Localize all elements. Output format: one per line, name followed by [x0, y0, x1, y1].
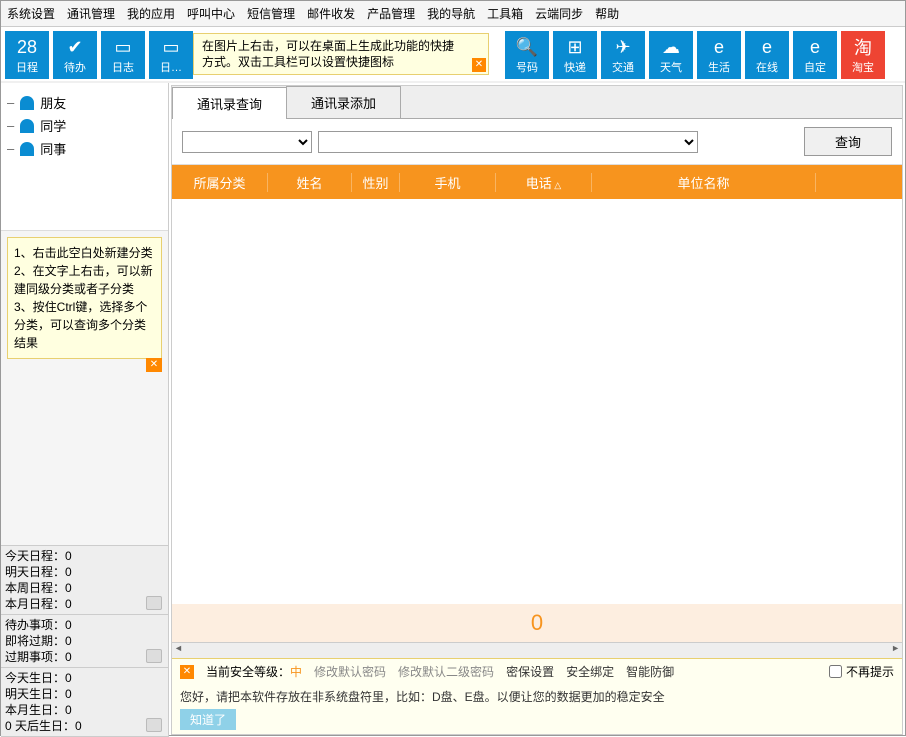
toolbar-日志[interactable]: ▭日志 [101, 31, 145, 79]
column-header[interactable]: 电话 △ [496, 173, 592, 192]
toolbar-日程[interactable]: 28日程 [5, 31, 49, 79]
keyword-select[interactable] [318, 131, 698, 153]
stat-row: 本月日程：0 [5, 596, 164, 612]
tree-item[interactable]: 同事 [7, 137, 162, 160]
menu-item[interactable]: 帮助 [595, 5, 619, 22]
calendar-icon[interactable] [146, 596, 162, 610]
tree-item[interactable]: 同学 [7, 114, 162, 137]
stat-row: 明天生日：0 [5, 686, 164, 702]
content-pane: 通讯录查询通讯录添加 查询 所属分类姓名性别手机电话 △单位名称 0 ✕ 当前安… [171, 85, 903, 735]
opt-change-pwd[interactable]: 修改默认密码 [314, 663, 386, 680]
opt-bind[interactable]: 安全绑定 [566, 663, 614, 680]
stat-group: 今天日程：0明天日程：0本周日程：0本月日程：0 [1, 546, 168, 615]
toolbar-icon: e [762, 35, 772, 59]
stat-row: 今天日程：0 [5, 548, 164, 564]
menu-item[interactable]: 短信管理 [247, 5, 295, 22]
stat-row: 今天生日：0 [5, 670, 164, 686]
toolbar-自定[interactable]: e自定 [793, 31, 837, 79]
close-icon[interactable]: ✕ [472, 58, 486, 72]
stat-group: 待办事项：0即将过期：0过期事项：0 [1, 615, 168, 668]
table-body [172, 199, 902, 604]
menu-item[interactable]: 我的应用 [127, 5, 175, 22]
toolbar-快递[interactable]: ⊞快递 [553, 31, 597, 79]
toolbar-待办[interactable]: ✔待办 [53, 31, 97, 79]
toolbar-在线[interactable]: e在线 [745, 31, 789, 79]
toolbar-icon: ⊞ [567, 35, 582, 59]
menu-item[interactable]: 系统设置 [7, 5, 55, 22]
toolbar-icon: e [714, 35, 724, 59]
opt-defense[interactable]: 智能防御 [626, 663, 674, 680]
toolbar-生活[interactable]: e生活 [697, 31, 741, 79]
search-row: 查询 [172, 119, 902, 165]
person-icon [20, 119, 34, 133]
toolbar-icon: 🔍 [516, 35, 538, 59]
opt-secret[interactable]: 密保设置 [506, 663, 554, 680]
category-select[interactable] [182, 131, 312, 153]
table-header: 所属分类姓名性别手机电话 △单位名称 [172, 165, 902, 199]
toolbar-icon: ☁ [662, 35, 680, 59]
toolbar-日…[interactable]: ▭日… [149, 31, 193, 79]
toolbar-icon: ▭ [114, 35, 131, 59]
tooltip-text: 在图片上右击，可以在桌面上生成此功能的快捷方式。双击工具栏可以设置快捷图标 [202, 39, 454, 69]
security-label: 当前安全等级：中 [206, 663, 302, 680]
stat-row: 即将过期：0 [5, 633, 164, 649]
column-header[interactable]: 单位名称 [592, 173, 816, 192]
toolbar-tooltip: 在图片上右击，可以在桌面上生成此功能的快捷方式。双击工具栏可以设置快捷图标 ✕ [193, 33, 489, 75]
person-icon [20, 96, 34, 110]
tab-bar: 通讯录查询通讯录添加 [172, 86, 902, 119]
tab[interactable]: 通讯录查询 [172, 87, 287, 119]
menu-item[interactable]: 呼叫中心 [187, 5, 235, 22]
sidebar-help-tip: 1、右击此空白处新建分类 2、在文字上右击，可以新建同级分类或者子分类 3、按住… [7, 237, 162, 359]
search-button[interactable]: 查询 [804, 127, 892, 156]
column-header[interactable]: 性别 [352, 173, 400, 192]
person-icon [20, 142, 34, 156]
column-header[interactable]: 所属分类 [172, 173, 268, 192]
stat-row: 过期事项：0 [5, 649, 164, 665]
know-button[interactable]: 知道了 [180, 709, 236, 730]
menu-item[interactable]: 邮件收发 [307, 5, 355, 22]
menu-item[interactable]: 产品管理 [367, 5, 415, 22]
calendar-icon[interactable] [146, 718, 162, 732]
calendar-icon[interactable] [146, 649, 162, 663]
category-tree: 朋友同学同事 [1, 83, 168, 231]
stat-row: 0 天后生日：0 [5, 718, 164, 734]
sidebar: 朋友同学同事 1、右击此空白处新建分类 2、在文字上右击，可以新建同级分类或者子… [1, 83, 169, 737]
stat-row: 本周日程：0 [5, 580, 164, 596]
close-icon[interactable]: ✕ [180, 665, 194, 679]
stat-row: 待办事项：0 [5, 617, 164, 633]
storage-msg: 您好，请把本软件存放在非系统盘符里，比如：D盘、E盘。以便让您的数据更加的稳定安… [180, 688, 894, 705]
toolbar-交通[interactable]: ✈交通 [601, 31, 645, 79]
menu-item[interactable]: 工具箱 [487, 5, 523, 22]
toolbar-icon: ✔ [67, 35, 82, 59]
column-header[interactable]: 姓名 [268, 173, 352, 192]
stat-row: 明天日程：0 [5, 564, 164, 580]
table-footer-count: 0 [172, 604, 902, 642]
opt-change-pwd2[interactable]: 修改默认二级密码 [398, 663, 494, 680]
toolbar-天气[interactable]: ☁天气 [649, 31, 693, 79]
horizontal-scrollbar[interactable] [172, 642, 902, 658]
storage-tip-bar: 您好，请把本软件存放在非系统盘符里，比如：D盘、E盘。以便让您的数据更加的稳定安… [172, 684, 902, 734]
menu-item[interactable]: 我的导航 [427, 5, 475, 22]
stat-row: 本月生日：0 [5, 702, 164, 718]
stat-group: 今天生日：0明天生日：0本月生日：00 天后生日：0 [1, 668, 168, 737]
toolbar: 28日程✔待办▭日志▭日… 在图片上右击，可以在桌面上生成此功能的快捷方式。双击… [1, 27, 905, 83]
tree-item[interactable]: 朋友 [7, 91, 162, 114]
security-bar: ✕ 当前安全等级：中 修改默认密码 修改默认二级密码 密保设置 安全绑定 智能防… [172, 658, 902, 684]
help-text: 1、右击此空白处新建分类 2、在文字上右击，可以新建同级分类或者子分类 3、按住… [14, 246, 153, 350]
menu-item[interactable]: 云端同步 [535, 5, 583, 22]
toolbar-淘宝[interactable]: 淘淘宝 [841, 31, 885, 79]
toolbar-icon: e [810, 35, 820, 59]
toolbar-号码[interactable]: 🔍号码 [505, 31, 549, 79]
menu-bar: 系统设置通讯管理我的应用呼叫中心短信管理邮件收发产品管理我的导航工具箱云端同步帮… [1, 1, 905, 27]
no-remind-checkbox[interactable]: 不再提示 [829, 663, 894, 680]
tab[interactable]: 通讯录添加 [286, 86, 401, 118]
menu-item[interactable]: 通讯管理 [67, 5, 115, 22]
close-icon[interactable]: ✕ [146, 358, 162, 372]
column-header[interactable]: 手机 [400, 173, 496, 192]
toolbar-icon: ✈ [615, 35, 630, 59]
toolbar-icon: 28 [17, 35, 37, 59]
toolbar-icon: 淘 [854, 35, 872, 59]
sidebar-stats: 今天日程：0明天日程：0本周日程：0本月日程：0待办事项：0即将过期：0过期事项… [1, 545, 168, 737]
toolbar-icon: ▭ [162, 35, 179, 59]
